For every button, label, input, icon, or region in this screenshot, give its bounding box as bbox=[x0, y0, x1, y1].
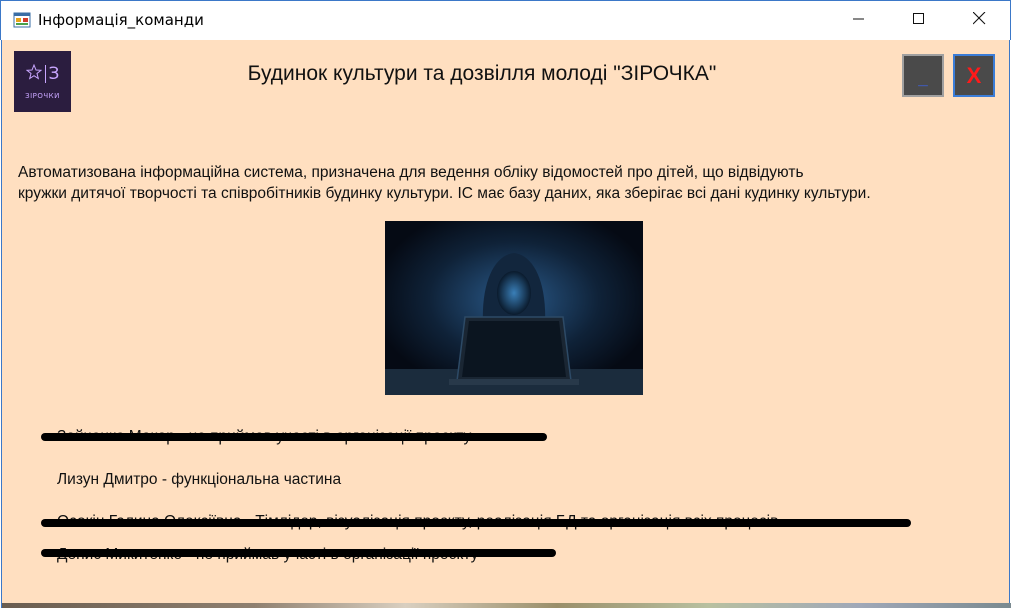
windows-form-icon bbox=[13, 11, 31, 29]
maximize-icon bbox=[913, 12, 925, 30]
form-client-area: З ЗІРОЧКИ Будинок культури та дозвілля м… bbox=[1, 40, 1011, 608]
strikethrough-mark bbox=[41, 433, 547, 441]
strikethrough-mark bbox=[41, 519, 911, 527]
close-button[interactable]: X bbox=[953, 54, 995, 97]
description-line-2: кружки дитячої творчості та співробітник… bbox=[18, 185, 871, 202]
window-close-button[interactable] bbox=[950, 1, 1008, 41]
close-button-label: X bbox=[966, 62, 982, 88]
title-bar: Інформація_команди bbox=[0, 0, 1011, 40]
page-title: Будинок культури та дозвілля молоді "ЗІР… bbox=[247, 62, 717, 85]
window-maximize-button[interactable] bbox=[890, 1, 948, 41]
minimize-button-label: _ bbox=[918, 69, 928, 88]
minimize-icon bbox=[853, 12, 865, 30]
description-line-1: Автоматизована інформаційна система, при… bbox=[18, 164, 804, 181]
logo-caption: ЗІРОЧКИ bbox=[25, 91, 60, 100]
strikethrough-mark bbox=[41, 549, 556, 557]
window-title: Інформація_команди bbox=[38, 11, 204, 29]
window-minimize-button[interactable] bbox=[830, 1, 888, 41]
close-icon bbox=[972, 11, 986, 30]
bottom-image-strip bbox=[2, 603, 1011, 608]
description: Автоматизована інформаційна система, при… bbox=[18, 162, 1010, 204]
minimize-button[interactable]: _ bbox=[902, 54, 944, 97]
hacker-image bbox=[385, 221, 643, 395]
team-member-2: Лизун Дмитро - функціональна частина bbox=[57, 471, 342, 488]
